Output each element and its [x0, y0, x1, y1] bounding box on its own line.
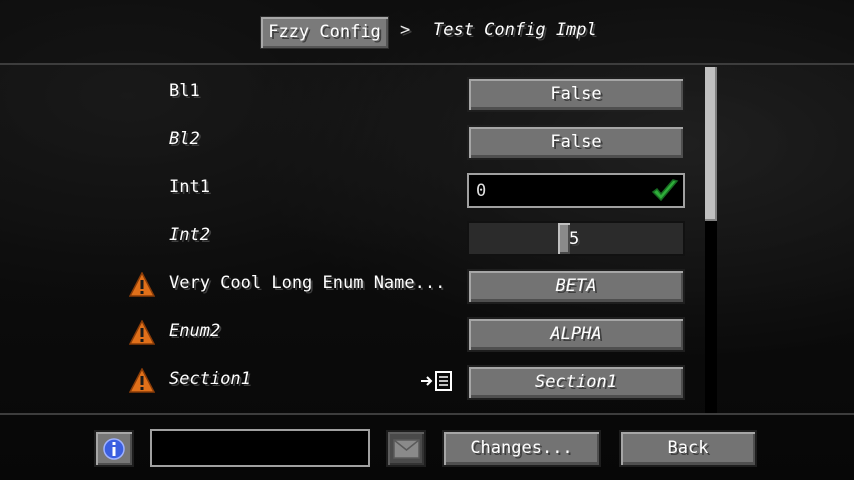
goto-section-icon[interactable] [420, 370, 454, 392]
int1-value: 0 [476, 181, 487, 201]
setting-row-int1: Int1 0 [0, 169, 700, 209]
warning-icon [129, 272, 155, 297]
section-button-section1[interactable]: Section1 [467, 365, 685, 400]
toggle-button-bl2[interactable]: False [467, 125, 685, 160]
setting-row-section1: Section1 Section1 [0, 361, 700, 401]
mail-icon [393, 439, 420, 459]
enum-button-enum1[interactable]: BETA [467, 269, 685, 304]
setting-label: Int2 [169, 225, 210, 245]
search-input[interactable] [150, 429, 370, 467]
setting-label: Enum2 [169, 321, 221, 341]
changes-button[interactable]: Changes... [442, 430, 601, 467]
setting-label: Bl1 [169, 81, 200, 101]
setting-row-bl2: Bl2 False [0, 121, 700, 161]
check-icon [651, 179, 679, 202]
setting-row-enum1: Very Cool Long Enum Name... BETA [0, 265, 700, 305]
warning-icon [129, 368, 155, 393]
setting-label: Bl2 [169, 129, 200, 149]
info-button[interactable] [94, 430, 134, 467]
setting-row-bl1: Bl1 False [0, 73, 700, 113]
settings-list[interactable]: Bl1 False Bl2 False Int1 0 Int2 5 Very C… [0, 65, 854, 413]
setting-label: Int1 [169, 177, 210, 197]
header-bar [0, 0, 854, 64]
footer-divider [0, 413, 854, 415]
back-button[interactable]: Back [619, 430, 757, 467]
mail-button[interactable] [386, 430, 426, 467]
int2-slider[interactable]: 5 [467, 221, 685, 256]
setting-label: Section1 [169, 369, 251, 389]
enum-button-enum2[interactable]: ALPHA [467, 317, 685, 352]
breadcrumb-separator: > [400, 20, 411, 40]
toggle-button-bl1[interactable]: False [467, 77, 685, 112]
int1-input[interactable]: 0 [467, 173, 685, 208]
info-icon [103, 438, 125, 460]
setting-label: Very Cool Long Enum Name... [169, 273, 446, 293]
scrollbar-thumb[interactable] [705, 67, 717, 221]
breadcrumb-current: Test Config Impl [433, 20, 597, 40]
warning-icon [129, 320, 155, 345]
breadcrumb-root-button[interactable]: Fzzy Config [260, 16, 389, 49]
slider-value: 5 [569, 229, 580, 249]
setting-row-enum2: Enum2 ALPHA [0, 313, 700, 353]
setting-row-int2: Int2 5 [0, 217, 700, 257]
